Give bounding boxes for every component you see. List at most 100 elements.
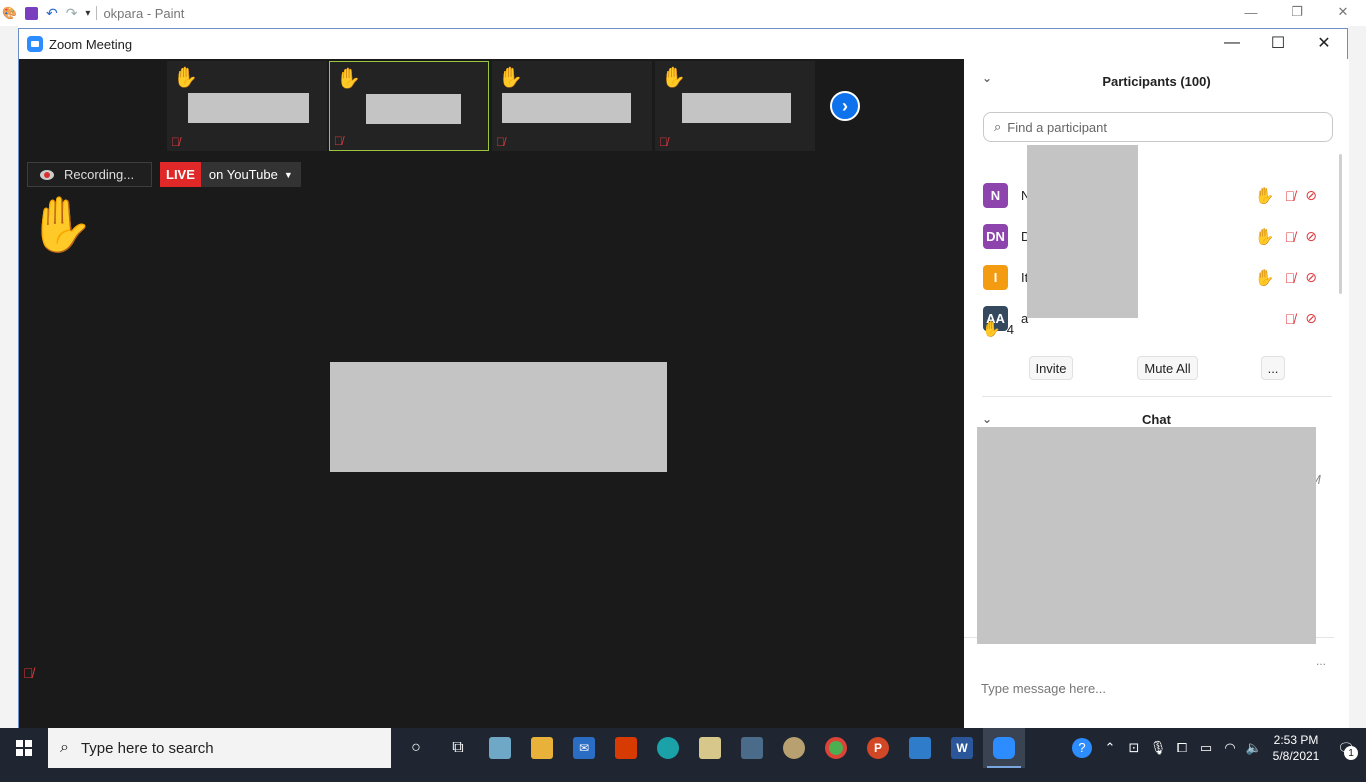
participant-list-scrollbar[interactable]: [1338, 148, 1343, 298]
battery-icon[interactable]: ▭: [1194, 740, 1218, 756]
paint-minimize-button[interactable]: —: [1228, 0, 1274, 24]
collapse-chevron-icon[interactable]: ⌄: [982, 412, 992, 426]
zoom-maximize-button[interactable]: ☐: [1255, 29, 1301, 57]
zoom-close-button[interactable]: ✕: [1301, 29, 1347, 57]
raised-hand-icon: ✋: [1254, 228, 1275, 246]
customize-dropdown-icon[interactable]: ▾: [85, 8, 90, 19]
muted-mic-icon[interactable]: 🎙̸: [1285, 270, 1296, 286]
more-options-button[interactable]: ...: [1261, 356, 1285, 380]
muted-mic-icon: 🎙̸: [659, 135, 668, 149]
participant-status-icons: ✋ 🎙̸ ⊘: [1255, 186, 1317, 206]
muted-mic-icon[interactable]: 🎙̸: [1285, 311, 1296, 327]
notepad-app-icon[interactable]: [479, 728, 521, 768]
calculator-icon[interactable]: [731, 728, 773, 768]
participant-thumbnail-active[interactable]: ✋ 🎙̸: [329, 61, 489, 151]
muted-mic-icon[interactable]: 🎙̸: [1285, 188, 1296, 204]
next-page-arrow-icon[interactable]: ›: [830, 91, 860, 121]
zoom-window-controls: — ☐ ✕: [1209, 29, 1347, 57]
redacted-name: [188, 93, 309, 123]
taskbar-search[interactable]: ⌕: [48, 728, 391, 768]
live-stream-control[interactable]: LIVE on YouTube ▼: [160, 162, 301, 187]
participant-status-icons: 🎙̸ ⊘: [1285, 310, 1317, 327]
title-separator: [96, 6, 98, 20]
raised-hand-icon: ✋: [498, 67, 523, 89]
chat-title: Chat: [1142, 411, 1171, 427]
video-off-icon[interactable]: ⊘: [1305, 187, 1317, 204]
webcam-icon[interactable]: ⊡: [1122, 740, 1146, 756]
taskbar-bottom-strip: [0, 768, 1366, 782]
word-icon[interactable]: W: [941, 728, 983, 768]
chat-more-button[interactable]: ...: [1316, 654, 1326, 668]
zoom-minimize-button[interactable]: —: [1209, 29, 1255, 57]
paint-close-button[interactable]: ✕: [1320, 0, 1366, 24]
video-off-icon[interactable]: ⊘: [1305, 310, 1317, 327]
show-hidden-icons-chevron-icon[interactable]: ⌃: [1098, 740, 1122, 756]
mail-icon[interactable]: ✉: [563, 728, 605, 768]
edge-browser-icon[interactable]: [647, 728, 689, 768]
live-platform-dropdown[interactable]: on YouTube ▼: [200, 162, 301, 187]
volume-icon[interactable]: 🔈: [1242, 740, 1266, 756]
raised-hand-icon: ✋: [982, 321, 1001, 338]
video-off-icon[interactable]: ⊘: [1305, 269, 1317, 286]
save-icon[interactable]: [24, 6, 38, 20]
raised-hand-icon: ✋: [1254, 269, 1275, 287]
redo-icon[interactable]: ↷: [66, 5, 78, 22]
live-platform-label: on YouTube: [208, 167, 278, 182]
paint-app-taskbar-icon[interactable]: [773, 728, 815, 768]
undo-icon[interactable]: ↶: [46, 5, 58, 22]
raised-hand-icon: ✋: [661, 67, 686, 89]
system-clock[interactable]: 2:53 PM 5/8/2021: [1266, 732, 1326, 764]
taskbar-search-input[interactable]: [80, 739, 371, 757]
participant-thumbnail[interactable]: ✋ 🎙̸: [655, 61, 815, 151]
invite-button[interactable]: Invite: [1029, 356, 1073, 380]
microphone-icon[interactable]: 🎙: [1146, 740, 1170, 756]
scrollbar-thumb[interactable]: [1339, 154, 1342, 294]
participant-row[interactable]: DN D ✋ 🎙̸ ⊘: [964, 216, 1339, 257]
cortana-icon[interactable]: ○: [395, 728, 437, 768]
screen-share-icon[interactable]: ⧠: [1170, 740, 1194, 756]
office-icon[interactable]: [605, 728, 647, 768]
paint-window-controls: — ❐ ✕: [1228, 0, 1366, 24]
photos-icon[interactable]: [899, 728, 941, 768]
cloud-record-icon: [40, 169, 54, 180]
participant-status-icons: ✋ 🎙̸ ⊘: [1255, 268, 1317, 288]
start-button[interactable]: [0, 728, 48, 768]
participant-thumbnail[interactable]: ✋ 🎙̸: [167, 61, 327, 151]
help-icon[interactable]: ?: [1072, 738, 1092, 758]
windows-taskbar: ⌕ ○ ⧉ ✉ P W ? ⌃ ⊡ 🎙 ⧠ ▭ ◠ 🔈 2:53 PM 5/8/…: [0, 728, 1366, 768]
wifi-icon[interactable]: ◠: [1218, 740, 1242, 756]
chat-message-input[interactable]: [981, 681, 1331, 696]
task-view-icon[interactable]: ⧉: [437, 728, 479, 768]
participant-search[interactable]: ⌕: [983, 112, 1333, 142]
action-center-button[interactable]: 🗨 1: [1326, 728, 1366, 768]
participant-row[interactable]: N N ✋ 🎙̸ ⊘: [964, 175, 1339, 216]
powerpoint-icon[interactable]: P: [857, 728, 899, 768]
file-explorer-icon[interactable]: [521, 728, 563, 768]
avatar: I: [983, 265, 1008, 290]
zoom-taskbar-icon[interactable]: [983, 728, 1025, 768]
redacted-chat-messages: [977, 427, 1316, 644]
paint-restore-button[interactable]: ❐: [1274, 0, 1320, 24]
recording-indicator[interactable]: Recording...: [27, 162, 152, 187]
paint-app-icon[interactable]: 🎨: [2, 6, 17, 20]
muted-mic-icon[interactable]: 🎙̸: [1285, 229, 1296, 245]
participant-thumbnail[interactable]: ✋ 🎙̸: [492, 61, 652, 151]
clock-time: 2:53 PM: [1273, 733, 1319, 747]
search-icon: ⌕: [60, 739, 69, 756]
search-icon: ⌕: [994, 119, 1002, 134]
paint-right-edge: [1348, 26, 1366, 728]
redacted-name: [682, 93, 791, 123]
mute-all-button[interactable]: Mute All: [1137, 356, 1198, 380]
muted-mic-icon: 🎙̸: [171, 135, 180, 149]
zoom-window-title: Zoom Meeting: [49, 36, 133, 52]
participant-row[interactable]: I It ✋ 🎙̸ ⊘: [964, 257, 1339, 298]
participant-row[interactable]: AA a 🎙̸ ⊘: [964, 298, 1339, 339]
participant-search-input[interactable]: [1007, 119, 1308, 135]
raised-hands-count: ✋ 4: [982, 320, 1014, 338]
video-off-icon[interactable]: ⊘: [1305, 228, 1317, 245]
participants-header: ⌄ Participants (100): [964, 59, 1349, 103]
chrome-browser-icon[interactable]: [815, 728, 857, 768]
redacted-name: [366, 94, 461, 124]
collapse-chevron-icon[interactable]: ⌄: [982, 71, 992, 85]
control-panel-icon[interactable]: [689, 728, 731, 768]
